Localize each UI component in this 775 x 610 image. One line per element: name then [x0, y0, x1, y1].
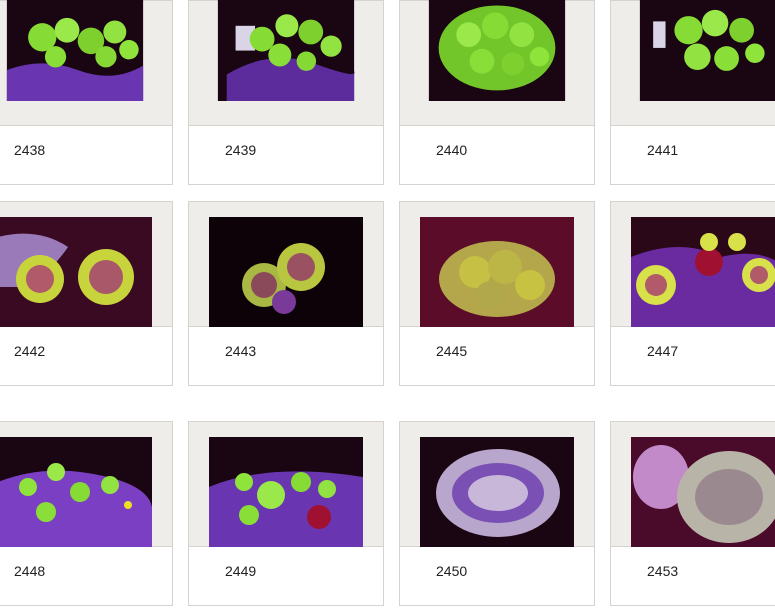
item-number[interactable]: 2442	[14, 343, 45, 359]
gallery-item[interactable]: 2441	[610, 0, 775, 185]
gallery-item[interactable]: 2447	[610, 201, 775, 386]
coral-photo[interactable]	[631, 437, 775, 552]
item-number[interactable]: 2453	[647, 563, 678, 579]
gallery-item[interactable]: 2450	[399, 421, 595, 606]
coral-photo[interactable]	[631, 217, 775, 332]
thumbnail-frame	[399, 201, 595, 332]
gallery-item[interactable]: 2440	[399, 0, 595, 185]
item-number[interactable]: 2445	[436, 343, 467, 359]
gallery-item[interactable]: 2453	[610, 421, 775, 606]
coral-gallery-page: { "gallery": { "items": [ {"number": "24…	[0, 0, 775, 610]
coral-photo[interactable]	[0, 0, 152, 101]
coral-photo[interactable]	[209, 437, 363, 552]
thumbnail-frame	[0, 421, 173, 552]
item-label-box: 2438	[0, 126, 173, 185]
item-number[interactable]: 2447	[647, 343, 678, 359]
coral-photo-graphic	[0, 217, 152, 332]
item-label-box: 2453	[610, 547, 775, 606]
item-number[interactable]: 2438	[14, 142, 45, 158]
gallery-item[interactable]: 2449	[188, 421, 384, 606]
item-label-box: 2448	[0, 547, 173, 606]
coral-photo-graphic	[639, 0, 775, 101]
item-number[interactable]: 2448	[14, 563, 45, 579]
item-label-box: 2441	[610, 126, 775, 185]
coral-photo[interactable]	[209, 0, 363, 101]
item-number[interactable]: 2450	[436, 563, 467, 579]
coral-photo[interactable]	[631, 0, 775, 101]
thumbnail-frame	[610, 421, 775, 552]
thumbnail-frame	[188, 201, 384, 332]
coral-photo[interactable]	[0, 437, 152, 552]
coral-photo-graphic	[420, 437, 574, 552]
item-label-box: 2445	[399, 327, 595, 386]
thumbnail-frame	[0, 201, 173, 332]
thumbnail-frame	[188, 421, 384, 552]
coral-photo[interactable]	[420, 217, 574, 332]
coral-photo[interactable]	[420, 437, 574, 552]
coral-photo[interactable]	[209, 217, 363, 332]
coral-photo-graphic	[631, 217, 775, 332]
item-number[interactable]: 2441	[647, 142, 678, 158]
item-label-box: 2447	[610, 327, 775, 386]
gallery-item[interactable]: 2448	[0, 421, 173, 606]
thumbnail-frame	[188, 0, 384, 126]
item-number[interactable]: 2440	[436, 142, 467, 158]
gallery-item[interactable]: 2439	[188, 0, 384, 185]
coral-photo-graphic	[0, 437, 152, 552]
coral-photo-graphic	[428, 0, 566, 101]
item-label-box: 2449	[188, 547, 384, 606]
gallery-item[interactable]: 2438	[0, 0, 173, 185]
coral-photo-graphic	[420, 217, 574, 332]
thumbnail-frame	[399, 421, 595, 552]
thumbnail-frame	[610, 0, 775, 126]
gallery-item[interactable]: 2442	[0, 201, 173, 386]
thumbnail-frame	[399, 0, 595, 126]
item-label-box: 2439	[188, 126, 384, 185]
coral-photo-graphic	[631, 437, 775, 552]
coral-photo-graphic	[209, 217, 363, 332]
item-number[interactable]: 2443	[225, 343, 256, 359]
coral-photo[interactable]	[420, 0, 574, 101]
item-number[interactable]: 2439	[225, 142, 256, 158]
item-label-box: 2443	[188, 327, 384, 386]
item-number[interactable]: 2449	[225, 563, 256, 579]
thumbnail-frame	[610, 201, 775, 332]
item-label-box: 2442	[0, 327, 173, 386]
coral-photo-graphic	[217, 0, 355, 101]
item-label-box: 2440	[399, 126, 595, 185]
gallery-item[interactable]: 2445	[399, 201, 595, 386]
gallery-item[interactable]: 2443	[188, 201, 384, 386]
coral-photo-graphic	[6, 0, 144, 101]
coral-photo[interactable]	[0, 217, 152, 332]
coral-photo-graphic	[209, 437, 363, 552]
thumbnail-frame	[0, 0, 173, 126]
item-label-box: 2450	[399, 547, 595, 606]
